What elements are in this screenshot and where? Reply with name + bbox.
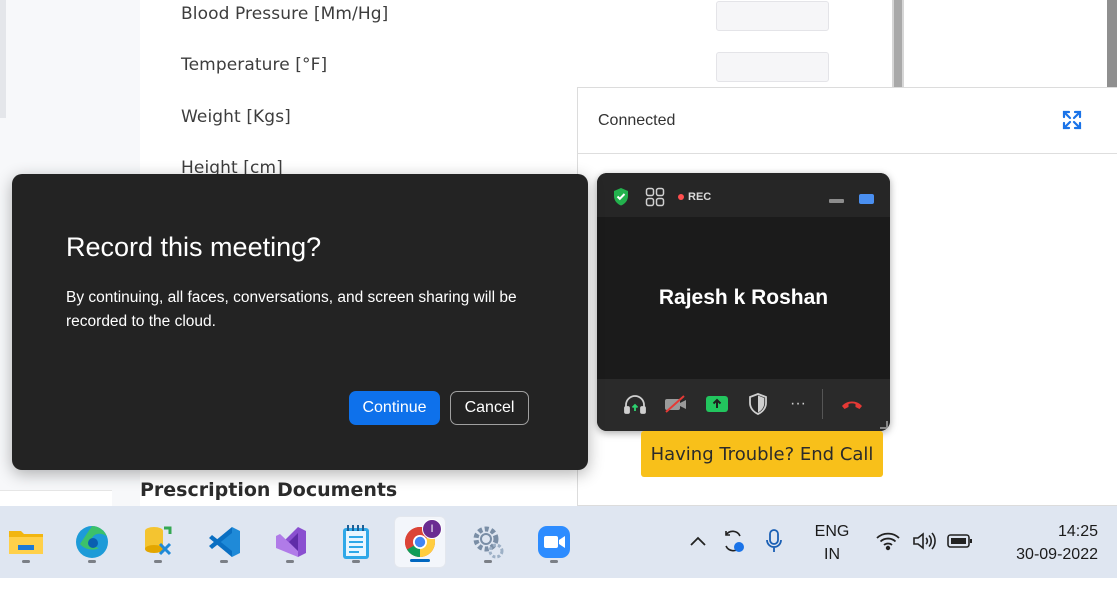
zoom-mini-window: REC Rajesh k Roshan ···	[597, 173, 890, 431]
edge-app[interactable]	[66, 516, 118, 568]
sync-icon[interactable]	[719, 526, 747, 556]
resize-handle[interactable]	[880, 421, 888, 429]
zoom-video-icon	[538, 526, 570, 558]
clock[interactable]: 14:25 30-09-2022	[988, 520, 1098, 566]
blood-pressure-input[interactable]	[716, 1, 829, 31]
vscode-app[interactable]	[198, 516, 250, 568]
app-indicator	[484, 560, 492, 563]
file-explorer-app[interactable]	[0, 516, 52, 568]
folder-icon	[9, 531, 43, 554]
visual-studio-app[interactable]	[264, 516, 316, 568]
right-scrollbar-thumb[interactable]	[1107, 0, 1117, 90]
rec-dot-icon	[678, 194, 684, 200]
restore-window-icon[interactable]	[859, 194, 874, 204]
dialog-title: Record this meeting?	[66, 232, 322, 262]
connected-header: Connected	[578, 88, 1117, 154]
volume-icon[interactable]	[910, 526, 938, 556]
end-call-button[interactable]: Having Trouble? End Call	[641, 431, 883, 477]
blood-pressure-label: Blood Pressure [Mm/Hg]	[181, 4, 389, 24]
microphone-icon[interactable]	[760, 526, 788, 556]
database-tool-app[interactable]	[132, 516, 184, 568]
wifi-icon[interactable]	[874, 526, 902, 556]
app-indicator	[88, 560, 96, 563]
settings-app[interactable]	[462, 516, 514, 568]
visual-studio-icon	[276, 527, 306, 557]
chrome-profile-badge: I	[422, 519, 442, 539]
taskbar: I ENG IN 14:25 30-09-2022	[0, 506, 1117, 578]
database-tools-icon	[145, 526, 172, 556]
app-indicator-active	[410, 559, 430, 562]
dialog-body: By continuing, all faces, conversations,…	[66, 289, 517, 330]
notepad-app[interactable]	[330, 516, 382, 568]
app-indicator	[220, 560, 228, 563]
share-screen-icon[interactable]	[704, 393, 730, 415]
background-strip	[0, 0, 6, 118]
background-card	[0, 490, 112, 506]
app-indicator	[22, 560, 30, 563]
language-code: ENG	[814, 523, 850, 540]
minimize-icon[interactable]	[829, 199, 844, 203]
connected-status: Connected	[598, 111, 676, 129]
more-icon[interactable]: ···	[785, 393, 811, 415]
notepad-icon	[343, 525, 369, 559]
rec-text: REC	[688, 191, 712, 203]
app-indicator	[154, 560, 162, 563]
edge-icon	[76, 526, 108, 558]
battery-icon[interactable]	[946, 526, 974, 556]
controls-divider	[822, 389, 823, 419]
settings-gear-icon	[473, 526, 504, 559]
zoom-controls: ···	[597, 379, 890, 431]
headphones-icon[interactable]	[622, 393, 648, 415]
record-meeting-dialog: Record this meeting? By continuing, all …	[12, 174, 588, 470]
language-indicator[interactable]: ENG IN	[806, 520, 858, 566]
cancel-button[interactable]: Cancel	[450, 391, 529, 425]
temperature-label: Temperature [°F]	[181, 55, 328, 75]
app-indicator	[286, 560, 294, 563]
recording-indicator: REC	[678, 191, 711, 203]
security-shield-icon[interactable]	[745, 393, 771, 415]
weight-label: Weight [Kgs]	[181, 107, 291, 127]
chrome-app[interactable]: I	[394, 516, 446, 568]
temperature-input[interactable]	[716, 52, 829, 82]
expand-arrows-icon[interactable]	[1061, 109, 1083, 131]
participant-video: Rajesh k Roshan	[597, 217, 890, 379]
prescription-documents-title: Prescription Documents	[140, 479, 398, 501]
grid-view-icon[interactable]	[645, 187, 665, 212]
app-indicator	[352, 560, 360, 563]
zoom-app[interactable]	[528, 516, 580, 568]
app-indicator	[550, 560, 558, 563]
chevron-up-icon[interactable]	[684, 526, 712, 556]
bottom-strip	[0, 578, 1117, 590]
zoom-titlebar: REC	[597, 173, 890, 217]
video-off-icon[interactable]	[663, 393, 689, 415]
form-scrollbar-thumb[interactable]	[894, 0, 902, 90]
continue-button[interactable]: Continue	[349, 391, 440, 425]
encryption-shield-icon[interactable]	[612, 187, 630, 211]
clock-time: 14:25	[1057, 523, 1098, 540]
end-call-icon[interactable]	[839, 393, 865, 415]
region-code: IN	[824, 546, 840, 563]
vscode-icon	[209, 527, 240, 557]
participant-name: Rajesh k Roshan	[658, 286, 829, 309]
clock-date: 30-09-2022	[1016, 546, 1098, 563]
